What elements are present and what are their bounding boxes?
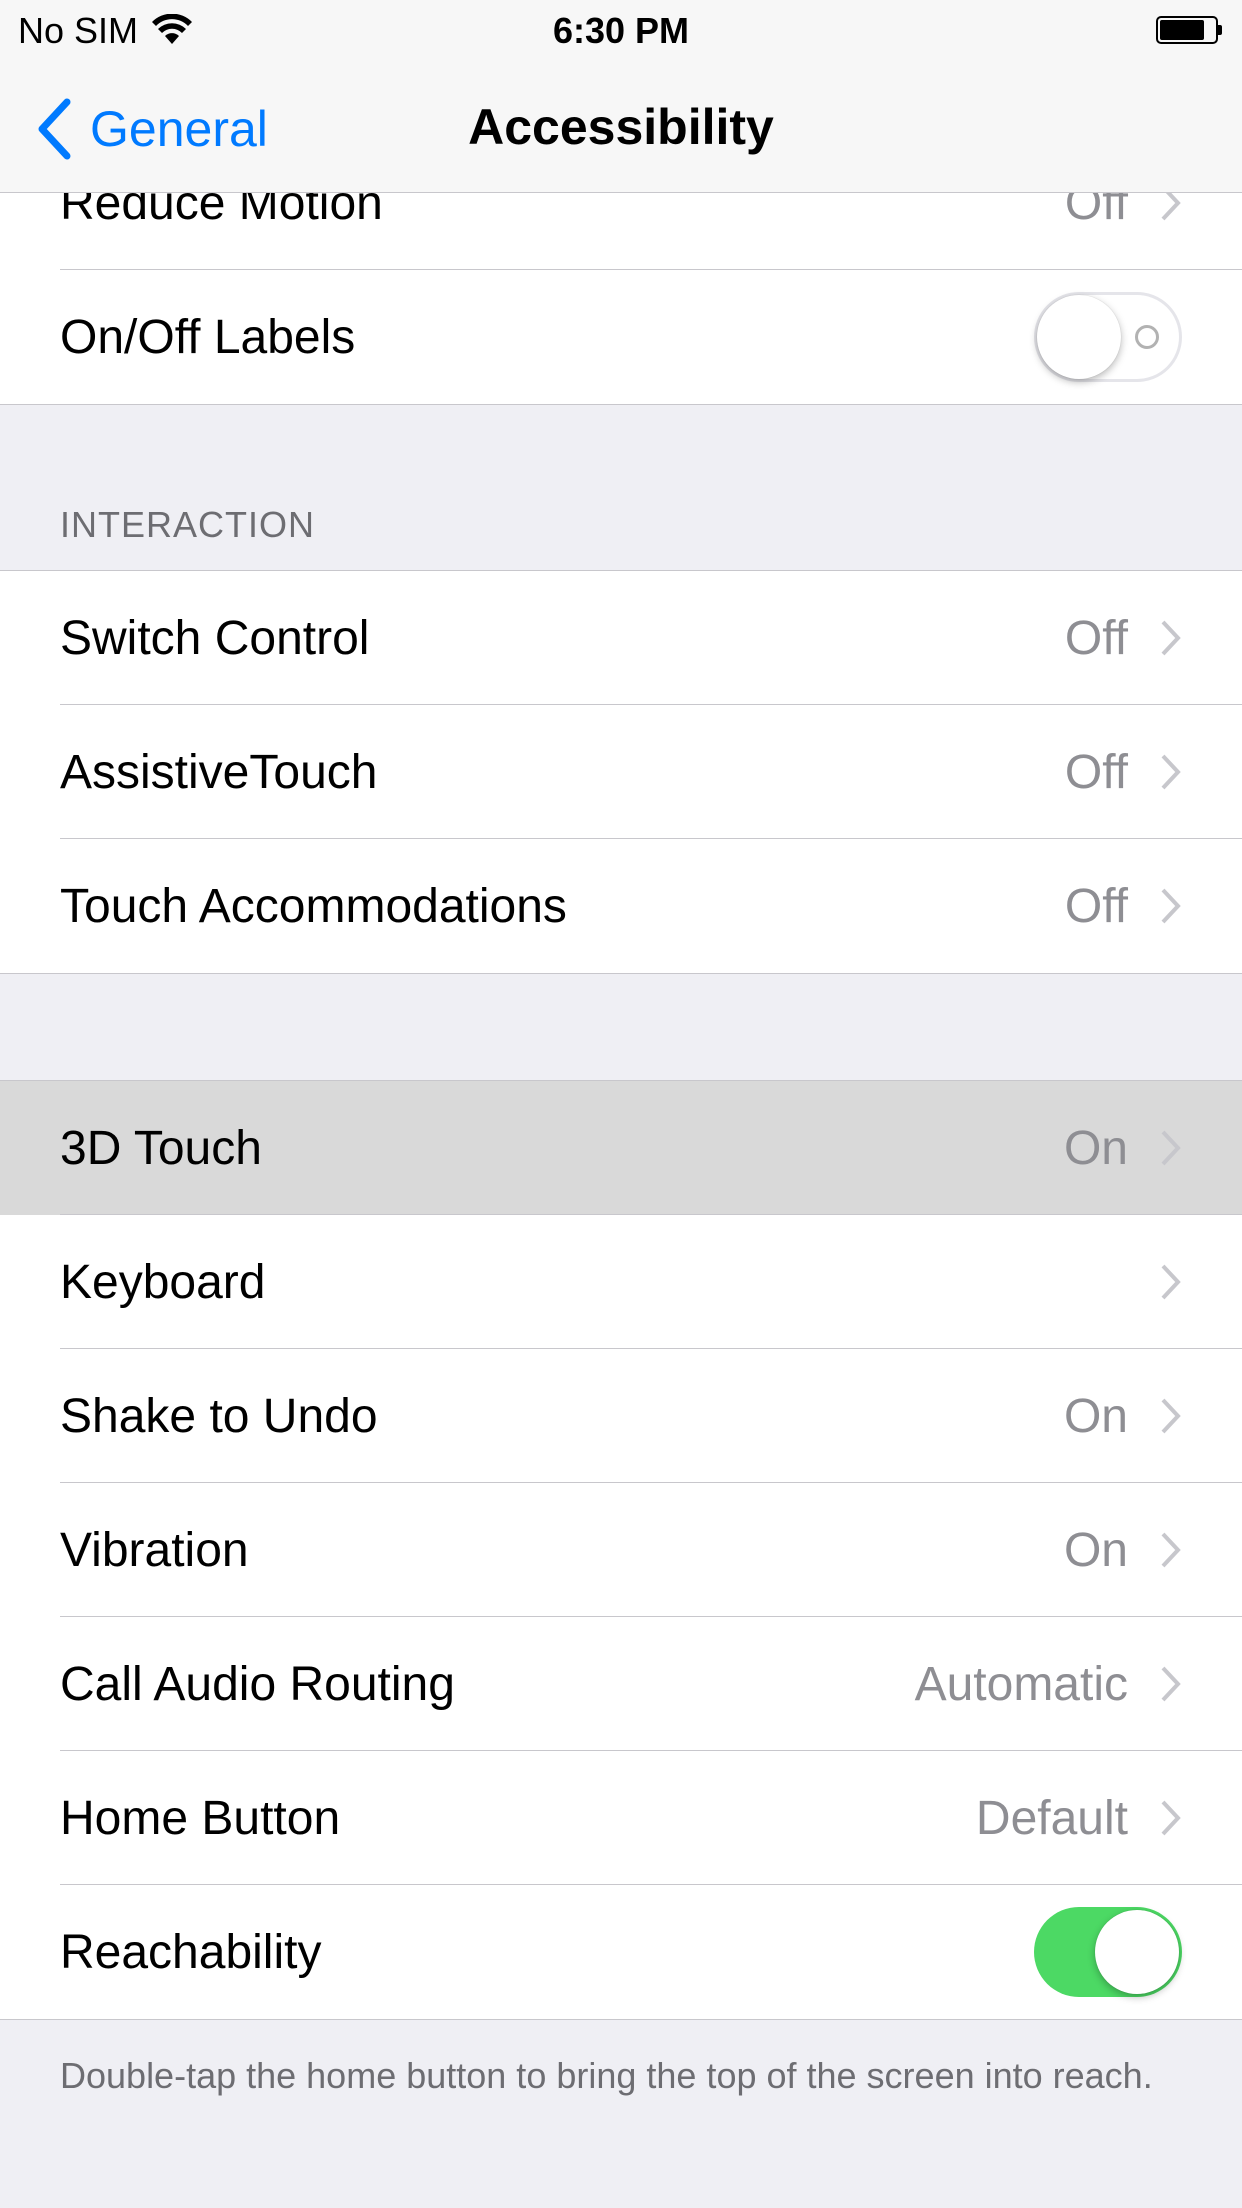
row-label: Call Audio Routing xyxy=(60,1657,455,1711)
row-label: Shake to Undo xyxy=(60,1389,378,1443)
row-label: Switch Control xyxy=(60,611,370,665)
row-value: Off xyxy=(1064,611,1128,665)
toggle-knob xyxy=(1095,1910,1179,1994)
chevron-right-icon xyxy=(1161,1130,1181,1166)
row-keyboard[interactable]: Keyboard xyxy=(0,1215,1242,1349)
chevron-right-icon xyxy=(1161,1264,1181,1300)
chevron-right-icon xyxy=(1161,1398,1181,1434)
chevron-right-icon xyxy=(1161,754,1181,790)
row-label: Vibration xyxy=(60,1523,249,1577)
row-label: Home Button xyxy=(60,1791,341,1845)
row-label: 3D Touch xyxy=(60,1121,262,1175)
row-value: Off xyxy=(1064,879,1128,933)
on-off-labels-toggle[interactable] xyxy=(1034,292,1182,382)
chevron-right-icon xyxy=(1161,1800,1181,1836)
row-3d-touch[interactable]: 3D Touch On xyxy=(0,1081,1242,1215)
row-value: On xyxy=(1063,1389,1128,1443)
reachability-toggle[interactable] xyxy=(1034,1907,1182,1997)
row-label: On/Off Labels xyxy=(60,310,356,364)
row-label: Touch Accommodations xyxy=(60,879,567,933)
row-switch-control[interactable]: Switch Control Off xyxy=(0,571,1242,705)
row-reachability: Reachability xyxy=(0,1885,1242,2019)
row-shake-to-undo[interactable]: Shake to Undo On xyxy=(0,1349,1242,1483)
chevron-right-icon xyxy=(1161,1532,1181,1568)
row-value: On xyxy=(1063,1523,1128,1577)
row-value: On xyxy=(1063,1121,1128,1175)
navigation-bar: General Accessibility xyxy=(0,60,1242,193)
status-bar: No SIM 6:30 PM xyxy=(0,0,1242,60)
row-touch-accommodations[interactable]: Touch Accommodations Off xyxy=(0,839,1242,973)
chevron-right-icon xyxy=(1161,620,1181,656)
row-label: Reachability xyxy=(60,1925,322,1979)
row-label: AssistiveTouch xyxy=(60,745,378,799)
page-title: Accessibility xyxy=(468,99,774,155)
status-time: 6:30 PM xyxy=(552,10,690,51)
row-label: Keyboard xyxy=(60,1255,266,1309)
battery-icon xyxy=(1156,16,1222,44)
interaction-more-group: 3D Touch On Keyboard Shake to Undo On Vi… xyxy=(0,1080,1242,2020)
interaction-group: Switch Control Off AssistiveTouch Off To… xyxy=(0,570,1242,974)
row-value: Off xyxy=(1064,745,1128,799)
reachability-footer-text: Double-tap the home button to bring the … xyxy=(60,2055,1153,2096)
row-call-audio-routing[interactable]: Call Audio Routing Automatic xyxy=(0,1617,1242,1751)
row-assistivetouch[interactable]: AssistiveTouch Off xyxy=(0,705,1242,839)
off-indicator-icon xyxy=(1135,325,1159,349)
row-vibration[interactable]: Vibration On xyxy=(0,1483,1242,1617)
row-value: Automatic xyxy=(914,1657,1128,1711)
row-home-button[interactable]: Home Button Default xyxy=(0,1751,1242,1885)
toggle-knob xyxy=(1037,295,1121,379)
section-header-interaction: INTERACTION xyxy=(60,504,316,545)
chevron-right-icon xyxy=(1161,888,1181,924)
row-on-off-labels: On/Off Labels xyxy=(0,270,1242,404)
chevron-right-icon xyxy=(1161,1666,1181,1702)
row-value: Default xyxy=(975,1791,1128,1845)
